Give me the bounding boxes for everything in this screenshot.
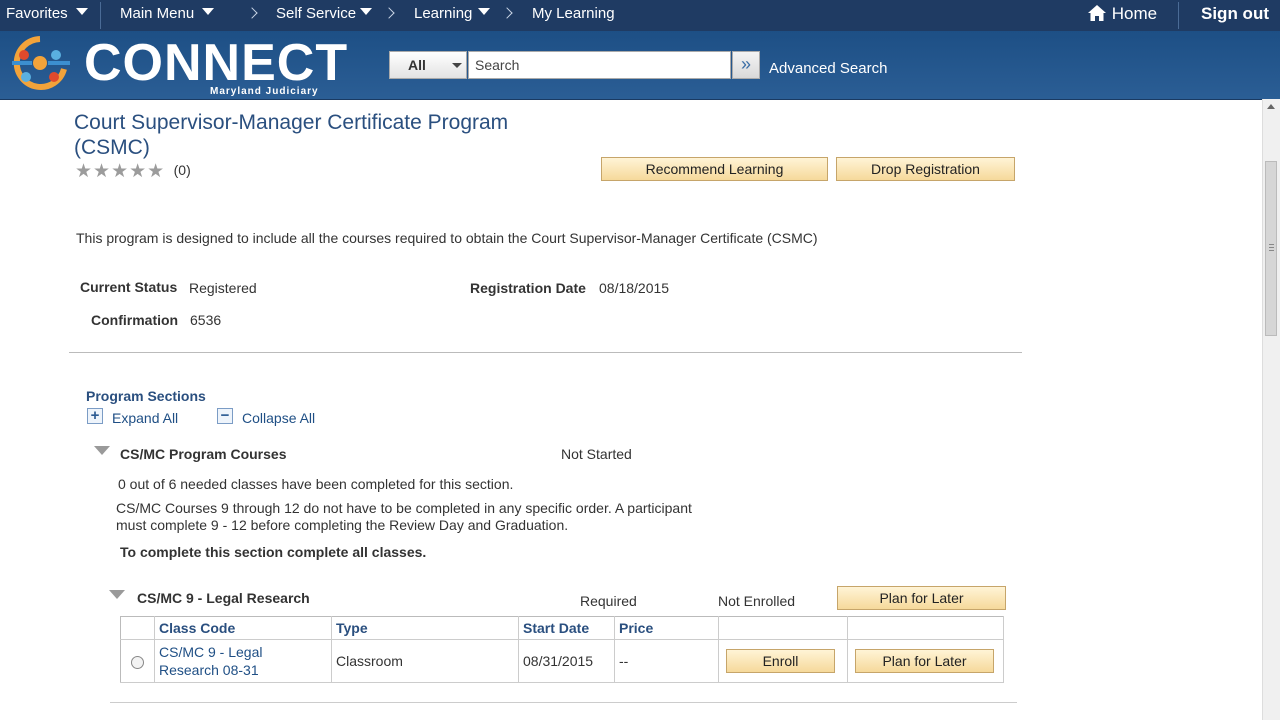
- divider: [100, 2, 101, 29]
- enroll-cell: Enroll: [718, 639, 848, 683]
- connect-logo-subtext: Maryland Judiciary: [210, 86, 319, 97]
- expand-all-link[interactable]: Expand All: [112, 410, 178, 426]
- recommend-learning-button[interactable]: Recommend Learning: [601, 157, 828, 181]
- registration-date-value: 08/18/2015: [599, 280, 670, 296]
- class-select-radio[interactable]: [131, 655, 144, 669]
- confirmation-label: Confirmation: [91, 312, 179, 328]
- start-date-cell: 08/31/2015: [518, 639, 615, 683]
- section-progress-text: 0 out of 6 needed classes have been comp…: [118, 476, 514, 492]
- chevron-down-icon: [360, 7, 373, 15]
- rating-count: (0): [173, 162, 191, 178]
- chevron-down-icon: [478, 7, 491, 15]
- class-code-cell: CS/MC 9 - Legal Research 08-31: [154, 639, 332, 683]
- select-cell: [120, 639, 155, 683]
- table-header-class-code: Class Code: [154, 616, 332, 640]
- course-plan-for-later-button[interactable]: Plan for Later: [837, 586, 1006, 610]
- main-menu[interactable]: Main Menu: [120, 0, 215, 31]
- favorites-menu[interactable]: Favorites: [6, 0, 88, 31]
- divider: [110, 702, 1017, 703]
- table-row: CS/MC 9 - Legal Research 08-31 Classroom …: [120, 639, 1004, 683]
- class-table: Class Code Type Start Date Price CS/MC 9…: [120, 616, 1004, 683]
- chevron-down-icon: [75, 7, 88, 15]
- chevron-down-icon: [202, 7, 215, 15]
- price-cell: --: [614, 639, 719, 683]
- double-chevron-right-icon: »: [740, 54, 751, 74]
- home-icon: [1088, 4, 1106, 21]
- connect-logo-text: CONNECT: [84, 34, 349, 92]
- table-header-price: Price: [614, 616, 719, 640]
- table-header-select: [120, 616, 155, 640]
- home-link[interactable]: Home: [1087, 0, 1157, 31]
- scrollbar-thumb[interactable]: [1265, 161, 1277, 336]
- current-status-value: Registered: [189, 280, 257, 296]
- expand-all-icon[interactable]: +: [87, 408, 103, 424]
- my-learning-link[interactable]: My Learning: [532, 0, 615, 31]
- plan-cell: Plan for Later: [847, 639, 1004, 683]
- type-cell: Classroom: [331, 639, 519, 683]
- search-category-select[interactable]: All: [389, 51, 467, 79]
- drop-registration-button[interactable]: Drop Registration: [836, 157, 1015, 181]
- program-sections-heading: Program Sections: [86, 388, 206, 404]
- self-service-menu[interactable]: Self Service: [276, 0, 373, 31]
- scroll-up-arrow-icon[interactable]: [1267, 104, 1275, 109]
- home-label: Home: [1111, 4, 1158, 23]
- chevron-down-icon: [452, 63, 462, 68]
- search-category-value: All: [408, 57, 426, 73]
- divider: [1178, 2, 1179, 29]
- class-code-link[interactable]: CS/MC 9 - Legal Research 08-31: [159, 644, 262, 678]
- learning-label: Learning: [414, 5, 473, 22]
- vertical-scrollbar[interactable]: [1262, 99, 1280, 720]
- enroll-button[interactable]: Enroll: [726, 649, 835, 673]
- connect-logo-icon: [12, 36, 70, 90]
- sign-out-link[interactable]: Sign out: [1201, 0, 1269, 31]
- registration-date-label: Registration Date: [470, 280, 586, 296]
- search-input[interactable]: [468, 51, 731, 79]
- table-header-plan: [847, 616, 1004, 640]
- program-description: This program is designed to include all …: [76, 230, 818, 246]
- advanced-search-link[interactable]: Advanced Search: [769, 60, 887, 77]
- section-instruction: To complete this section complete all cl…: [120, 544, 427, 560]
- self-service-label: Self Service: [276, 5, 357, 22]
- top-navigation-bar: Favorites Main Menu Self Service Learnin…: [0, 0, 1280, 31]
- table-header-start-date: Start Date: [518, 616, 615, 640]
- learning-menu[interactable]: Learning: [414, 0, 491, 31]
- search-go-button[interactable]: »: [732, 51, 760, 79]
- collapse-triangle-icon[interactable]: [109, 590, 125, 599]
- course-requirement: Required: [580, 593, 637, 609]
- table-header-enroll: [718, 616, 848, 640]
- divider: [69, 352, 1022, 353]
- course-title: CS/MC 9 - Legal Research: [137, 590, 310, 606]
- favorites-label: Favorites: [6, 5, 68, 22]
- collapse-all-icon[interactable]: −: [217, 408, 233, 424]
- page-title: Court Supervisor-Manager Certificate Pro…: [74, 111, 509, 159]
- breadcrumb-chevron-icon: [501, 7, 513, 19]
- section-status: Not Started: [561, 446, 632, 462]
- class-code-line2: Research 08-31: [159, 662, 259, 678]
- rating: ★★★★★ (0): [75, 160, 191, 183]
- breadcrumb-chevron-icon: [246, 7, 258, 19]
- section-note-line1: CS/MC Courses 9 through 12 do not have t…: [116, 500, 692, 516]
- plan-for-later-button[interactable]: Plan for Later: [855, 649, 994, 673]
- table-header-row: Class Code Type Start Date Price: [120, 616, 1004, 640]
- collapse-all-link[interactable]: Collapse All: [242, 410, 315, 426]
- collapse-triangle-icon[interactable]: [94, 446, 110, 455]
- class-code-line1: CS/MC 9 - Legal: [159, 644, 263, 660]
- confirmation-value: 6536: [190, 312, 222, 328]
- section-note-line2: must complete 9 - 12 before completing t…: [116, 517, 569, 533]
- star-icon: ★★★★★: [75, 161, 166, 182]
- section-title: CS/MC Program Courses: [120, 446, 287, 462]
- current-status-label: Current Status: [80, 279, 178, 295]
- breadcrumb-chevron-icon: [383, 7, 395, 19]
- table-header-type: Type: [331, 616, 519, 640]
- course-enrollment-status: Not Enrolled: [718, 593, 796, 609]
- main-menu-label: Main Menu: [120, 5, 195, 22]
